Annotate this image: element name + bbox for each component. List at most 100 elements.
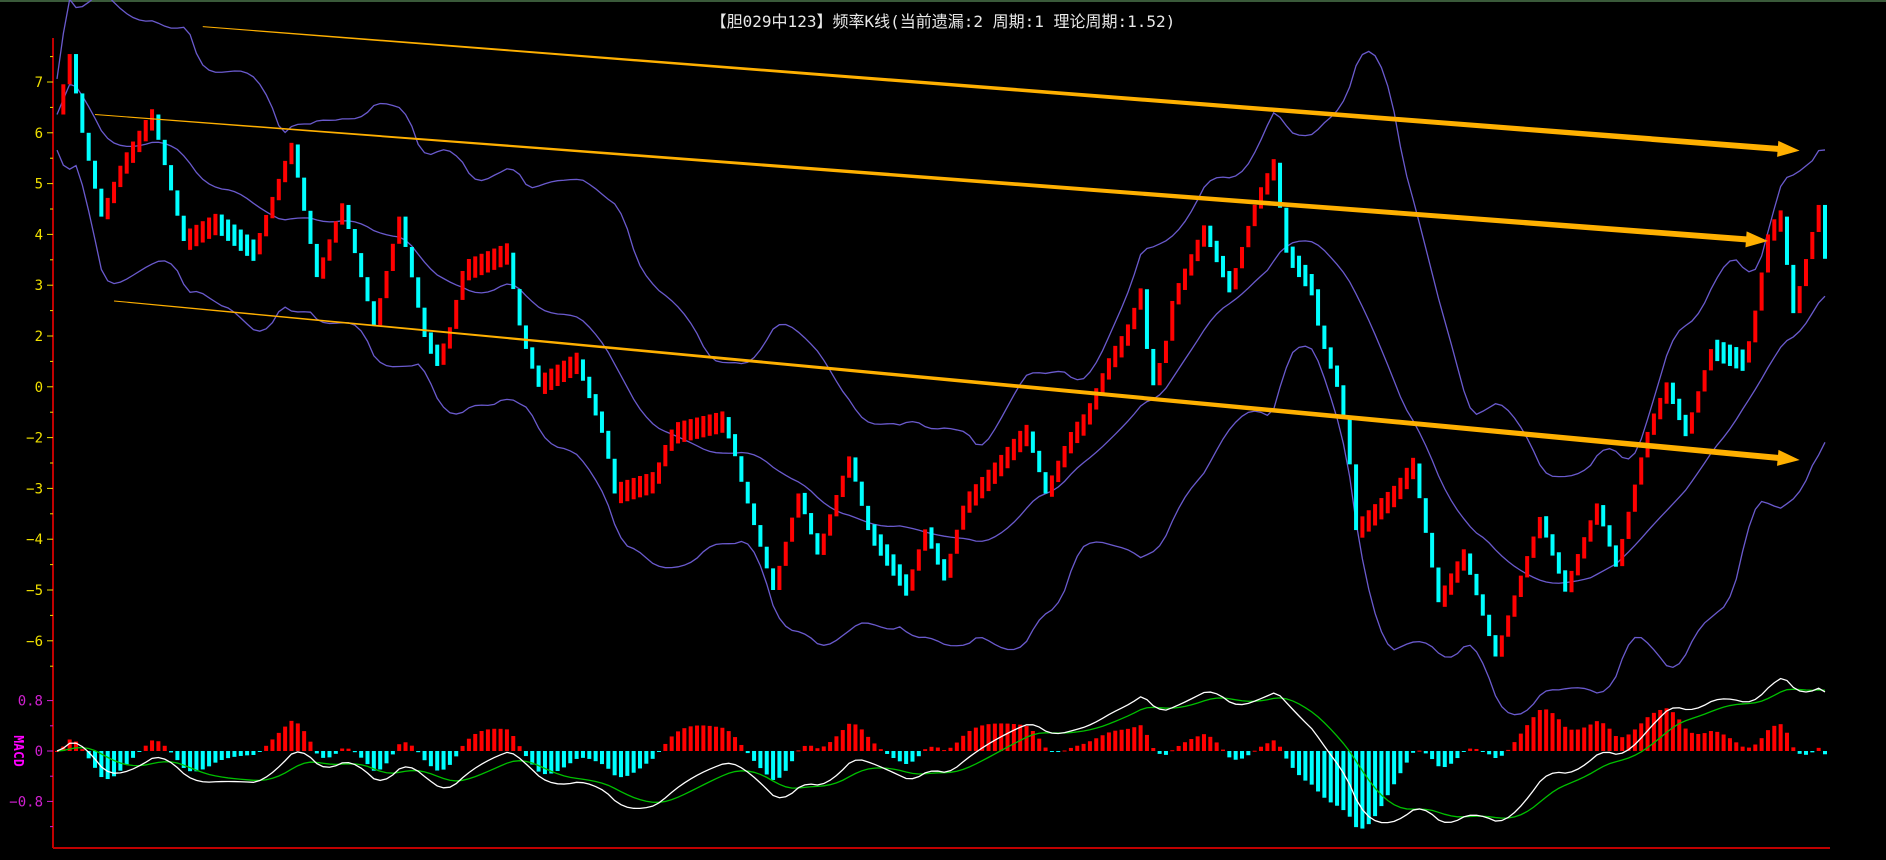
macd-histogram-bar bbox=[923, 749, 928, 751]
macd-histogram-bar bbox=[295, 723, 300, 751]
macd-histogram-bar bbox=[1721, 734, 1726, 751]
candle bbox=[1208, 225, 1213, 248]
macd-histogram-bar bbox=[954, 742, 959, 751]
macd-histogram-bar bbox=[1601, 723, 1606, 751]
candle bbox=[308, 210, 313, 244]
macd-histogram-bar bbox=[631, 751, 636, 773]
candle bbox=[1784, 216, 1789, 265]
macd-histogram-bar bbox=[1823, 751, 1827, 755]
candle bbox=[232, 224, 237, 246]
candle bbox=[460, 270, 465, 300]
candle bbox=[112, 181, 117, 204]
candle bbox=[1468, 553, 1473, 575]
candle bbox=[511, 252, 516, 290]
bollinger-bands bbox=[56, 0, 1826, 716]
macd-histogram-bar bbox=[1309, 751, 1314, 785]
macd-histogram-bar bbox=[1322, 751, 1327, 798]
candle bbox=[346, 204, 351, 230]
macd-histogram-bar bbox=[1696, 733, 1701, 751]
candle bbox=[809, 513, 814, 535]
macd-histogram-bar bbox=[422, 751, 427, 761]
candle bbox=[1163, 340, 1168, 364]
candle bbox=[828, 514, 833, 536]
macd-histogram-bar bbox=[745, 751, 750, 754]
macd-histogram-bar bbox=[1037, 738, 1042, 751]
candle bbox=[916, 549, 921, 571]
candle bbox=[1689, 412, 1694, 434]
macd-histogram-bar bbox=[447, 751, 452, 765]
candle bbox=[1487, 614, 1492, 637]
candle bbox=[1220, 255, 1225, 278]
macd-histogram-bar bbox=[1797, 751, 1802, 754]
candle bbox=[859, 481, 864, 506]
macd-histogram-bar bbox=[1759, 738, 1764, 751]
candle bbox=[1607, 525, 1612, 547]
macd-histogram-bar bbox=[1189, 739, 1194, 751]
candle bbox=[1144, 289, 1149, 349]
macd-histogram-bar bbox=[302, 731, 307, 751]
candle bbox=[403, 216, 408, 247]
macd-histogram-bar bbox=[1487, 751, 1492, 755]
y-tick-label: 6 bbox=[35, 126, 43, 142]
macd-histogram-bar bbox=[599, 751, 604, 765]
macd-histogram-bar bbox=[796, 750, 801, 752]
macd-histogram-bar bbox=[897, 751, 902, 762]
candle bbox=[352, 229, 357, 254]
candle bbox=[999, 454, 1004, 477]
candle bbox=[568, 356, 573, 379]
macd-histogram-bar bbox=[270, 739, 275, 751]
candle bbox=[473, 256, 478, 278]
candle bbox=[365, 277, 370, 302]
macd-histogram-bar bbox=[378, 751, 383, 770]
macd-histogram-bar bbox=[720, 727, 725, 751]
macd-histogram-bar bbox=[536, 751, 541, 772]
candle bbox=[587, 376, 592, 399]
macd-histogram-bar bbox=[105, 751, 110, 780]
macd-histogram-bar bbox=[878, 749, 883, 751]
macd-histogram-bar bbox=[1506, 749, 1511, 751]
macd-histogram-bar bbox=[1753, 744, 1758, 751]
macd-histogram-bar bbox=[124, 751, 129, 765]
candle bbox=[1601, 505, 1606, 527]
macd-histogram-bar bbox=[1550, 713, 1555, 751]
candle bbox=[118, 165, 123, 188]
y-tick-label: 3 bbox=[35, 278, 43, 294]
macd-histogram-bar bbox=[365, 751, 370, 765]
macd-histogram-bar bbox=[200, 751, 205, 770]
candle bbox=[1658, 397, 1663, 420]
candle bbox=[479, 253, 484, 276]
macd-histogram-bar bbox=[1582, 727, 1587, 751]
macd-histogram-bar bbox=[479, 731, 484, 751]
candle bbox=[257, 233, 262, 255]
candle bbox=[1151, 348, 1156, 386]
macd-histogram-bar bbox=[1043, 747, 1048, 751]
candle bbox=[283, 160, 288, 183]
macd-histogram-bar bbox=[1163, 751, 1168, 755]
macd-histogram-bar bbox=[1404, 751, 1409, 763]
candle bbox=[1201, 225, 1206, 247]
macd-histogram-bar bbox=[872, 743, 877, 751]
y-tick-label: 2 bbox=[35, 329, 43, 345]
candle bbox=[181, 215, 186, 242]
candle bbox=[752, 503, 757, 526]
macd-histogram-bar bbox=[1303, 751, 1308, 781]
macd-histogram-bar bbox=[523, 751, 528, 757]
candle bbox=[1062, 445, 1067, 468]
macd-histogram-bar bbox=[663, 743, 668, 751]
macd-histogram-bar bbox=[777, 751, 782, 778]
candle bbox=[1512, 595, 1517, 617]
y-tick-label: 4 bbox=[35, 227, 43, 243]
candle bbox=[200, 221, 205, 243]
macd-histogram-bar bbox=[1227, 751, 1232, 758]
macd-histogram-bar bbox=[1385, 751, 1390, 796]
candle bbox=[1556, 552, 1561, 574]
candle bbox=[1214, 240, 1219, 263]
macd-histogram-bar bbox=[580, 751, 585, 758]
macd-histogram-bar bbox=[1778, 724, 1783, 751]
candle bbox=[910, 569, 915, 591]
macd-histogram-bar bbox=[606, 751, 611, 769]
candle bbox=[612, 458, 617, 494]
macd-histogram-bar bbox=[1284, 751, 1289, 759]
candle bbox=[923, 529, 928, 551]
macd-histogram-bar bbox=[1474, 748, 1479, 751]
